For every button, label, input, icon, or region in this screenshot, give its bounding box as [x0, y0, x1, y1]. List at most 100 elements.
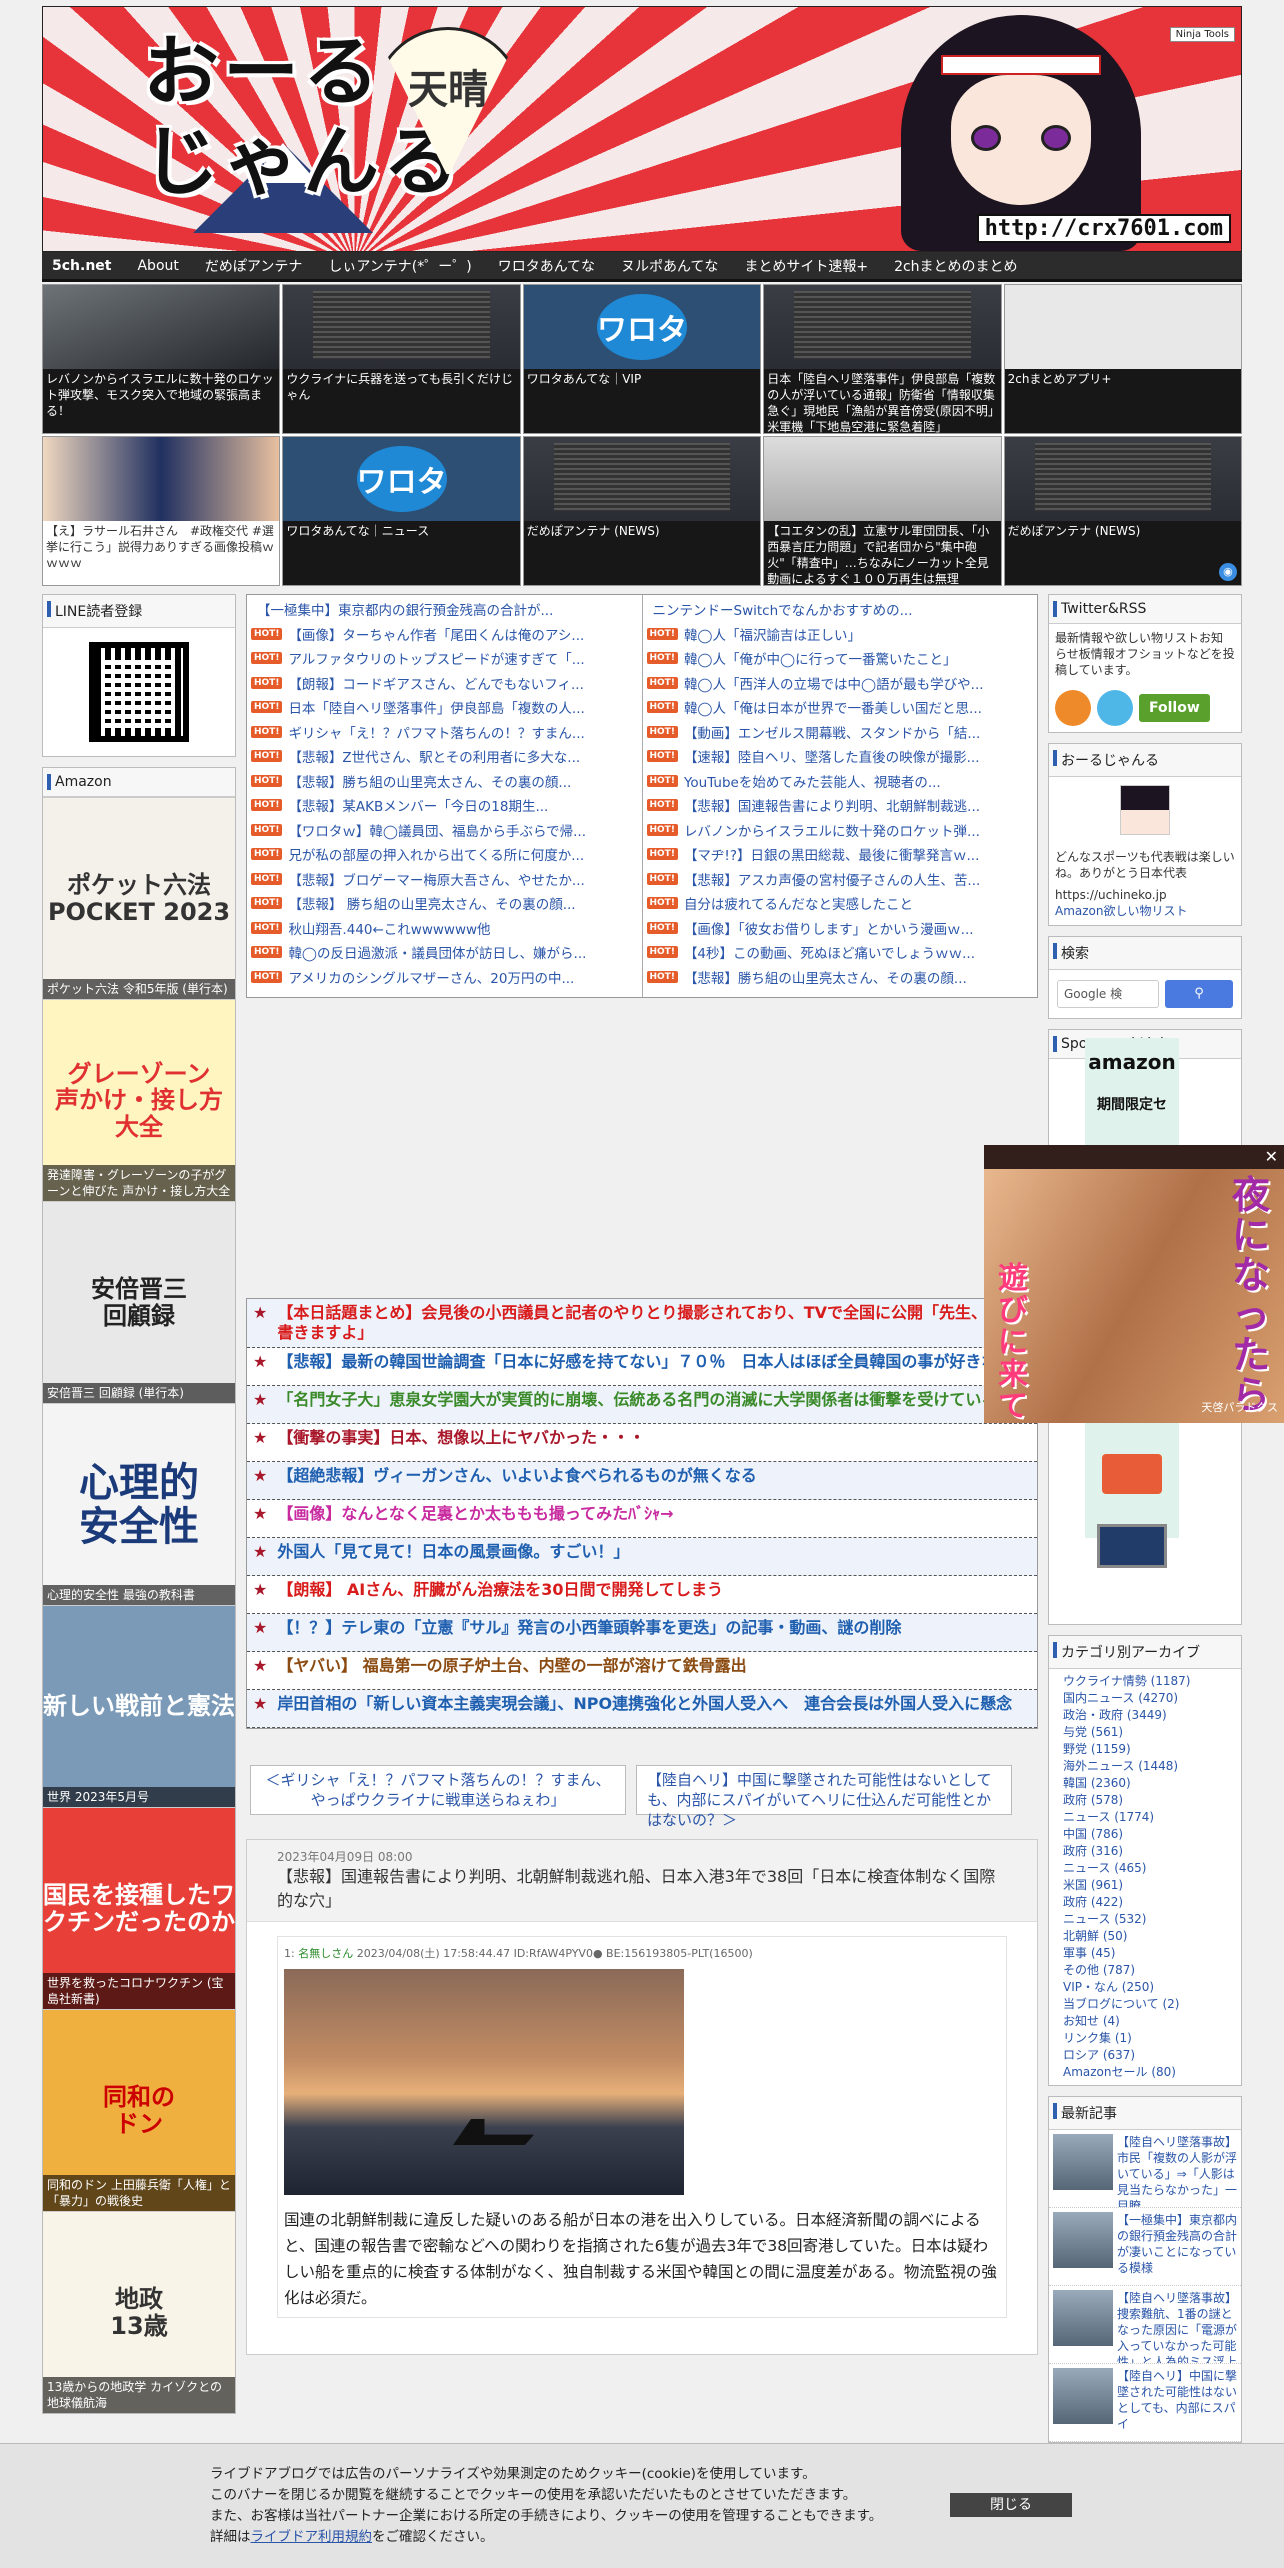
ranking-item[interactable]: HOT! 【朗報】コードギアスさん、どんでもないフィ... — [251, 671, 638, 696]
ninja-tools-badge[interactable]: Ninja Tools — [1169, 27, 1235, 42]
floating-ad[interactable]: ✕ 夜になったら 遊びに来て 天啓パラドクス — [984, 1145, 1284, 1423]
recent-post[interactable]: 【陸自ヘリ墜落事故】市民「複数の人影が浮いている」⇒「人影は見当たらなかった」一… — [1049, 2130, 1241, 2208]
amazon-book[interactable]: 国民を接種したワクチンだったのか 世界を救ったコロナワクチン (宝島社新書) — [43, 1807, 235, 2009]
amazon-book[interactable]: 心理的 安全性 心理的安全性 最強の教科書 — [43, 1403, 235, 1605]
search-input[interactable]: Google 検 — [1057, 980, 1159, 1008]
featured-topic[interactable]: ★ 【悲報】最新の韓国世論調査「日本に好感を持てない」７０％ 日本人はほぼ全員韓国… — [247, 1348, 1037, 1386]
category-link[interactable]: ウクライナ情勢 (1187) — [1063, 1673, 1241, 1690]
ranking-item[interactable]: HOT! 兄が私の部屋の押入れから出てくる所に何度か... — [251, 842, 638, 867]
close-icon[interactable]: ✕ — [1265, 1147, 1278, 1166]
ranking-item[interactable]: 【一極集中】東京都内の銀行預金残高の合計が... — [251, 597, 638, 622]
ranking-item[interactable]: HOT! 【マヂ!?】日銀の黒田総裁、最後に衝撃発言ｗ... — [646, 842, 1034, 867]
line-qr-code[interactable] — [89, 642, 189, 742]
prev-article-link[interactable]: ＜ギリシャ「え！？パフマト落ちんの！？すまん、やっぱウクライナに戦車送らねぇわ」 — [250, 1765, 626, 1815]
category-link[interactable]: ニュース (465) — [1063, 1860, 1241, 1877]
featured-topic[interactable]: ★ 【画像】なんとなく足裏とか太ももも撮ってみたﾊﾞｼｬ→ — [247, 1500, 1037, 1538]
ranking-item[interactable]: HOT! 韓◯人「西洋人の立場では中◯語が最も学びや... — [646, 671, 1034, 696]
ranking-item[interactable]: HOT! 【画像】ターちゃん作者「尾田くんは俺のアシ... — [251, 622, 638, 647]
rss-icon[interactable] — [1055, 690, 1091, 726]
ranking-item[interactable]: HOT! 【悲報】Z世代さん、駅とその利用者に多大な... — [251, 744, 638, 769]
category-link[interactable]: 与党 (561) — [1063, 1724, 1241, 1741]
ranking-item[interactable]: HOT! アメリカのシングルマザーさん、20万円の中... — [251, 965, 638, 990]
category-link[interactable]: 国内ニュース (4270) — [1063, 1690, 1241, 1707]
follow-button[interactable]: Follow — [1139, 694, 1210, 722]
nav-link[interactable]: 5ch.net — [52, 258, 111, 274]
ranking-item[interactable]: HOT! 韓◯人「俺が中◯に行って一番驚いたこと」 — [646, 646, 1034, 671]
site-header-banner[interactable]: おーる じゃんる 天晴 Ninja Tools http://crx7601.c… — [42, 6, 1242, 252]
ranking-item[interactable]: HOT! 【悲報】勝ち組の山里亮太さん、その裏の顔... — [646, 965, 1034, 990]
antenna-tile[interactable]: レバノンからイスラエルに数十発のロケット弾攻撃、モスク突入で地域の緊張高まる！ — [42, 284, 281, 434]
ranking-item[interactable]: HOT! 【悲報】アスカ声優の宮村優子さんの人生、苦... — [646, 867, 1034, 892]
ranking-item[interactable]: HOT! ギリシャ「え！？パフマト落ちんの！？すまん... — [251, 720, 638, 745]
category-link[interactable]: 韓国 (2360) — [1063, 1775, 1241, 1792]
antenna-tile[interactable]: 日本「陸自ヘリ墜落事件」伊良部島「複数の人が浮いている通報」防衛省「情報収集急ぐ… — [763, 284, 1002, 434]
terms-link[interactable]: ライブドア利用規約 — [251, 2529, 373, 2545]
profile-url[interactable]: https://uchineko.jp — [1055, 887, 1235, 903]
recent-post[interactable]: 【陸自ヘリ】中国に撃墜された可能性はないとしても、内部にスパイ — [1049, 2364, 1241, 2442]
featured-topic[interactable]: ★ 【！？】テレ東の「立憲『サル』発言の小西筆頭幹事を更迭」の記事・動画、謎の削除 — [247, 1614, 1037, 1652]
category-link[interactable]: 北朝鮮 (50) — [1063, 1928, 1241, 1945]
antenna-tile[interactable]: だめぽアンテナ (NEWS) — [522, 436, 762, 586]
category-link[interactable]: Amazonセール (80) — [1063, 2064, 1241, 2081]
nav-link[interactable]: ヌルポあんてな — [621, 256, 718, 276]
category-link[interactable]: 野党 (1159) — [1063, 1741, 1241, 1758]
category-link[interactable]: 政府 (578) — [1063, 1792, 1241, 1809]
category-link[interactable]: 中国 (786) — [1063, 1826, 1241, 1843]
nav-link[interactable]: About — [137, 258, 178, 274]
antenna-tile[interactable]: 2chまとめアプリ+ — [1003, 284, 1242, 434]
ranking-item[interactable]: ニンテンドーSwitchでなんかおすすめの... — [647, 597, 1034, 622]
amazon-book[interactable]: ポケット六法 POCKET 2023 ポケット六法 令和5年版 (単行本) — [43, 797, 235, 999]
ranking-item[interactable]: HOT! 【悲報】国連報告書により判明、北朝鮮制裁逃... — [646, 793, 1034, 818]
featured-topic[interactable]: ★ 【本日話題まとめ】会見後の小西議員と記者のやりとり撮影されており、TVで全国に… — [247, 1299, 1037, 1348]
ranking-item[interactable]: HOT! 【ワロタｗ】韓◯議員団、福島から手ぶらで帰... — [251, 818, 638, 843]
search-button[interactable]: ⚲ — [1165, 980, 1233, 1008]
ranking-item[interactable]: HOT! 【悲報】 勝ち組の山里亮太さん、その裏の顔... — [251, 891, 638, 916]
category-link[interactable]: ロシア (637) — [1063, 2047, 1241, 2064]
amazon-book[interactable]: グレーゾーン 声かけ・接し方 大全 発達障害・グレーゾーンの子がグーンと伸びた 声… — [43, 999, 235, 1201]
ranking-item[interactable]: HOT! 【悲報】ブロゲーマー梅原大吾さん、やせたか... — [251, 867, 638, 892]
category-link[interactable]: 政府 (316) — [1063, 1843, 1241, 1860]
ranking-item[interactable]: HOT! 日本「陸自ヘリ墜落事件」伊良部島「複数の人... — [251, 695, 638, 720]
ranking-item[interactable]: HOT! 韓◯の反日過激派・議員団体が訪日し、嫌がら... — [251, 940, 638, 965]
recent-post[interactable]: 【陸自ヘリ墜落事故】捜索難航、1番の謎となった原因に「電源が入っていなかった可能… — [1049, 2286, 1241, 2364]
category-link[interactable]: 海外ニュース (1448) — [1063, 1758, 1241, 1775]
twitter-icon[interactable] — [1097, 690, 1133, 726]
ranking-item[interactable]: HOT! レバノンからイスラエルに数十発のロケット弾... — [646, 818, 1034, 843]
recent-post[interactable]: 【一極集中】東京都内の銀行預金残高の合計が凄いことになっている模様 — [1049, 2208, 1241, 2286]
ranking-item[interactable]: HOT! 秋山翔吾.440←これwwwwww他 — [251, 916, 638, 941]
antenna-tile[interactable]: ワロタ ワロタあんてな｜VIP — [522, 284, 762, 434]
rss-corner-icon[interactable]: ◉ — [1218, 563, 1237, 581]
featured-topic[interactable]: ★ 「名門女子大」恵泉女学園大が実質的に崩壊、伝統ある名門の消滅に大学関係者は衝撃… — [247, 1386, 1037, 1424]
ranking-item[interactable]: HOT! 【動画】エンゼルス開幕戦、スタンドから「結... — [646, 720, 1034, 745]
amazon-book[interactable]: 新しい戦前と憲法 世界 2023年5月号 — [43, 1605, 235, 1807]
ranking-item[interactable]: HOT! YouTubeを始めてみた芸能人、視聴者の... — [646, 769, 1034, 794]
amazon-book[interactable]: 安倍晋三 回顧録 安倍晋三 回顧録 (単行本) — [43, 1201, 235, 1403]
category-link[interactable]: その他 (787) — [1063, 1962, 1241, 1979]
category-link[interactable]: VIP・なん (250) — [1063, 1979, 1241, 1996]
ranking-item[interactable]: HOT! 【速報】陸自ヘリ、墜落した直後の映像が撮影... — [646, 744, 1034, 769]
wishlist-link[interactable]: Amazon欲しい物リスト — [1055, 903, 1235, 919]
antenna-tile[interactable]: ウクライナに兵器を送っても長引くだけじゃん — [282, 284, 521, 434]
ranking-item[interactable]: HOT! 韓◯人「俺は日本が世界で一番美しい国だと思... — [646, 695, 1034, 720]
ranking-item[interactable]: HOT! 【画像】「彼女お借りします」とかいう漫画ｗ... — [646, 916, 1034, 941]
nav-link[interactable]: だめぽアンテナ — [205, 256, 302, 276]
featured-topic[interactable]: ★ 【超絶悲報】ヴィーガンさん、いよいよ食べられるものが無くなる — [247, 1462, 1037, 1500]
category-link[interactable]: ニュース (1774) — [1063, 1809, 1241, 1826]
ranking-item[interactable]: HOT! アルファタウリのトップスピードが速すぎて「... — [251, 646, 638, 671]
ranking-item[interactable]: HOT! 【4秒】この動画、死ぬほど痛いでしょうｗｗ... — [646, 940, 1034, 965]
antenna-tile[interactable]: 【コエタンの乱】立憲サル軍団団長、「小西暴言圧力問題」で記者団から"集中砲火"「… — [763, 436, 1002, 586]
category-link[interactable]: リンク集 (1) — [1063, 2030, 1241, 2047]
category-link[interactable]: 当ブログについて (2) — [1063, 1996, 1241, 2013]
featured-topic[interactable]: ★ 【朗報】 AIさん、肝臓がん治療法を30日間で開発してしまう — [247, 1576, 1037, 1614]
featured-topic[interactable]: ★ 【ヤバい】 福島第一の原子炉土台、内壁の一部が溶けて鉄骨露出 — [247, 1652, 1037, 1690]
amazon-book[interactable]: 同和の ドン 同和のドン 上田藤兵衛「人権」と「暴力」の戦後史 — [43, 2009, 235, 2211]
amazon-book[interactable]: 地政 13歳 13歳からの地政学 カイゾクとの地球儀航海 — [43, 2211, 235, 2413]
featured-topic[interactable]: ★ 【衝撃の事実】日本、想像以上にヤバかった・・・ — [247, 1424, 1037, 1462]
category-link[interactable]: ニュース (532) — [1063, 1911, 1241, 1928]
next-article-link[interactable]: 【陸自ヘリ】中国に撃墜された可能性はないとしても、内部にスパイがいてヘリに仕込ん… — [636, 1765, 1012, 1829]
nav-link[interactable]: 2chまとめのまとめ — [894, 256, 1017, 276]
category-link[interactable]: 軍事 (45) — [1063, 1945, 1241, 1962]
cookie-close-button[interactable]: 閉じる — [950, 2493, 1072, 2517]
ranking-item[interactable]: HOT! 【悲報】勝ち組の山里亮太さん、その裏の顔... — [251, 769, 638, 794]
nav-link[interactable]: ワロタあんてな — [498, 256, 595, 276]
